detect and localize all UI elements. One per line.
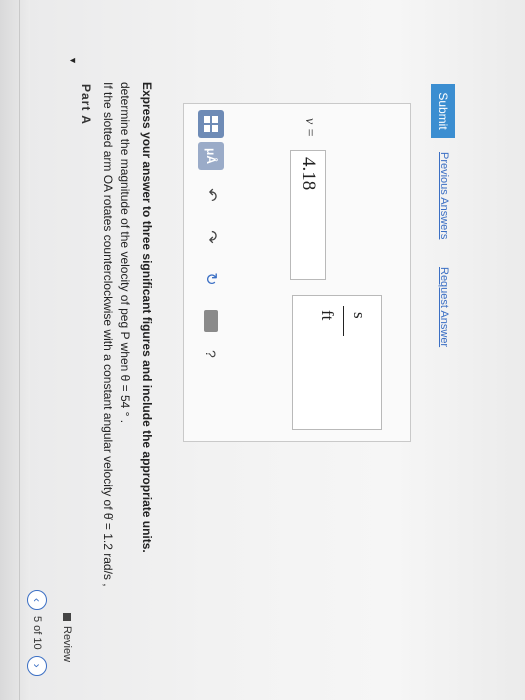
- chevron-left-icon: ‹: [30, 598, 44, 602]
- chevron-right-icon: ›: [30, 663, 44, 668]
- template-grid-icon: [204, 116, 218, 132]
- part-title[interactable]: Part A: [79, 84, 93, 125]
- question-text-line-1: If the slotted arm OA rotates counterclo…: [101, 82, 115, 587]
- value-text: 4.18: [298, 157, 319, 191]
- unit-denominator: s: [350, 312, 369, 319]
- value-input[interactable]: 4.18: [290, 150, 326, 280]
- review-label: Review: [61, 626, 73, 663]
- next-button[interactable]: ›: [27, 655, 47, 676]
- units-label: μÅ: [204, 147, 218, 164]
- reset-button[interactable]: ↻: [200, 268, 222, 290]
- previous-answers-link[interactable]: Previous Answers: [438, 152, 450, 239]
- units-input[interactable]: ft s: [292, 295, 382, 430]
- answer-toolbar: μÅ ↶ ↷ ↻ ?: [198, 110, 224, 358]
- undo-button[interactable]: ↶: [200, 184, 222, 206]
- keyboard-icon[interactable]: [204, 310, 218, 332]
- pager-nav: ‹ 5 of 10 ›: [27, 590, 47, 676]
- square-icon: [63, 613, 71, 621]
- pager-text: 5 of 10: [31, 616, 43, 650]
- submit-button[interactable]: Submit: [431, 84, 455, 138]
- undo-icon: ↶: [202, 188, 219, 202]
- templates-button[interactable]: [198, 110, 224, 138]
- unit-numerator: ft: [318, 310, 337, 321]
- prev-button[interactable]: ‹: [27, 590, 47, 610]
- variable-label: v =: [302, 118, 317, 138]
- review-link[interactable]: Review: [61, 613, 73, 662]
- caret-down-icon[interactable]: ▼: [68, 56, 78, 65]
- rotated-page: ‹ 5 of 10 › Review ▼ Part A If the slott…: [0, 0, 525, 700]
- redo-icon: ↷: [202, 230, 219, 244]
- help-button[interactable]: ?: [203, 350, 219, 358]
- reset-icon: ↻: [202, 272, 219, 286]
- units-button[interactable]: μÅ: [198, 142, 224, 170]
- question-text-line-2: determine the magnitude of the velocity …: [118, 82, 132, 424]
- fraction-bar: [343, 306, 344, 336]
- answer-instructions: Express your answer to three significant…: [140, 82, 154, 553]
- header-divider: [19, 0, 20, 700]
- request-answer-link[interactable]: Request Answer: [438, 267, 450, 347]
- redo-button[interactable]: ↷: [200, 226, 222, 248]
- photo-frame: ‹ 5 of 10 › Review ▼ Part A If the slott…: [0, 0, 525, 700]
